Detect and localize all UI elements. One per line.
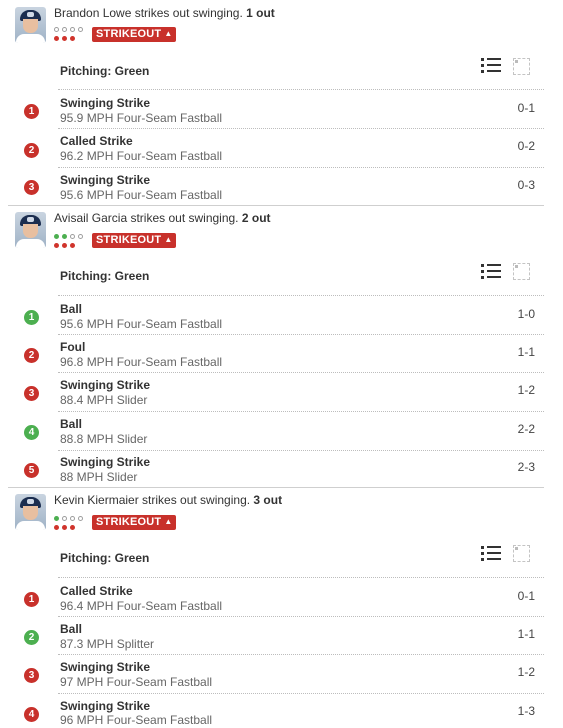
headline-text: Avisail Garcia strikes out swinging. [54,211,239,225]
caret-up-icon: ▲ [164,235,173,244]
pitch-number-badge: 1 [24,592,39,607]
headline-text: Kevin Kiermaier strikes out swinging. [54,493,251,507]
strike-zone-icon[interactable] [513,263,530,280]
pitch-count: 1-1 [517,345,535,359]
row-divider [58,372,544,373]
pitch-detail: 88 MPH Slider [60,470,138,484]
pitch-result: Ball [60,302,83,316]
pitch-detail: 96.2 MPH Four-Seam Fastball [60,149,223,163]
row-divider [58,334,544,335]
pitch-detail: 87.3 MPH Splitter [60,637,155,651]
row-divider [58,167,544,168]
strikeout-badge[interactable]: STRIKEOUT ▲ [92,515,177,530]
headline-text: Brandon Lowe strikes out swinging. [54,6,243,20]
pitch-count: 0-1 [517,101,535,115]
pitch-detail: 88.8 MPH Slider [60,432,148,446]
pitch-detail: 95.6 MPH Four-Seam Fastball [60,317,223,331]
pitch-count: 1-2 [517,383,535,397]
list-view-icon[interactable] [481,57,501,73]
badge-label: STRIKEOUT [96,516,162,528]
row-divider [58,411,544,412]
at-bat-headline: Brandon Lowe strikes out swinging. 1 out [54,6,275,20]
pitch-number-badge: 4 [24,425,39,440]
pitch-detail: 95.9 MPH Four-Seam Fastball [60,111,223,125]
pitch-result: Called Strike [60,584,133,598]
pitch-count: 2-3 [517,460,535,474]
at-bat-divider [8,487,544,488]
outs-count: 2 out [241,211,271,225]
pitch-result: Swinging Strike [60,378,151,392]
pitch-count: 1-1 [517,627,535,641]
row-divider [58,693,544,694]
pitcher-label: Pitching: Green [60,64,150,78]
badge-label: STRIKEOUT [96,28,162,40]
pitch-number-badge: 1 [24,310,39,325]
row-divider [58,89,544,90]
caret-up-icon: ▲ [164,29,173,38]
pitch-count: 0-1 [517,589,535,603]
pitch-count: 1-0 [517,307,535,321]
pitch-number-badge: 3 [24,386,39,401]
list-view-icon[interactable] [481,545,501,561]
outs-count: 3 out [253,493,283,507]
pitch-number-badge: 2 [24,630,39,645]
list-view-icon[interactable] [481,263,501,279]
at-bat-headline: Avisail Garcia strikes out swinging. 2 o… [54,211,271,225]
strikeout-badge[interactable]: STRIKEOUT ▲ [92,233,177,248]
strike-zone-icon[interactable] [513,58,530,75]
pitch-detail: 96.8 MPH Four-Seam Fastball [60,355,223,369]
at-bat-headline: Kevin Kiermaier strikes out swinging. 3 … [54,493,282,507]
strike-zone-icon[interactable] [513,545,530,562]
pitch-count: 1-3 [517,704,535,718]
pitch-number-badge: 3 [24,668,39,683]
pitcher-label: Pitching: Green [60,269,150,283]
pitch-result: Swinging Strike [60,173,151,187]
batter-avatar[interactable] [15,212,46,248]
row-divider [58,450,544,451]
pitch-result: Ball [60,417,83,431]
pitch-number-badge: 4 [24,707,39,722]
base-out-indicator [54,27,90,43]
pitch-result: Swinging Strike [60,699,151,713]
pitch-number-badge: 3 [24,180,39,195]
batter-avatar[interactable] [15,494,46,530]
badge-label: STRIKEOUT [96,234,162,246]
row-divider [58,654,544,655]
base-out-indicator [54,516,90,532]
pitch-result: Ball [60,622,83,636]
pitch-detail: 95.6 MPH Four-Seam Fastball [60,188,223,202]
caret-up-icon: ▲ [164,517,173,526]
batter-avatar[interactable] [15,7,46,43]
row-divider [58,295,544,296]
strikeout-badge[interactable]: STRIKEOUT ▲ [92,27,177,42]
outs-count: 1 out [246,6,275,20]
pitch-count: 2-2 [517,422,535,436]
pitch-number-badge: 2 [24,348,39,363]
at-bat-divider [8,205,544,206]
pitch-result: Called Strike [60,134,133,148]
pitch-result: Swinging Strike [60,660,151,674]
pitcher-label: Pitching: Green [60,551,150,565]
pitch-count: 1-2 [517,665,535,679]
row-divider [58,577,544,578]
pitch-result: Swinging Strike [60,96,151,110]
base-out-indicator [54,234,90,250]
pitch-detail: 97 MPH Four-Seam Fastball [60,675,213,689]
pitch-count: 0-3 [517,178,535,192]
pitch-number-badge: 5 [24,463,39,478]
row-divider [58,616,544,617]
pitch-detail: 96 MPH Four-Seam Fastball [60,713,213,727]
pitch-detail: 96.4 MPH Four-Seam Fastball [60,599,223,613]
pitch-count: 0-2 [517,139,535,153]
pitch-number-badge: 2 [24,143,39,158]
pitch-result: Swinging Strike [60,455,151,469]
pitch-result: Foul [60,340,86,354]
pitch-detail: 88.4 MPH Slider [60,393,148,407]
row-divider [58,128,544,129]
pitch-number-badge: 1 [24,104,39,119]
